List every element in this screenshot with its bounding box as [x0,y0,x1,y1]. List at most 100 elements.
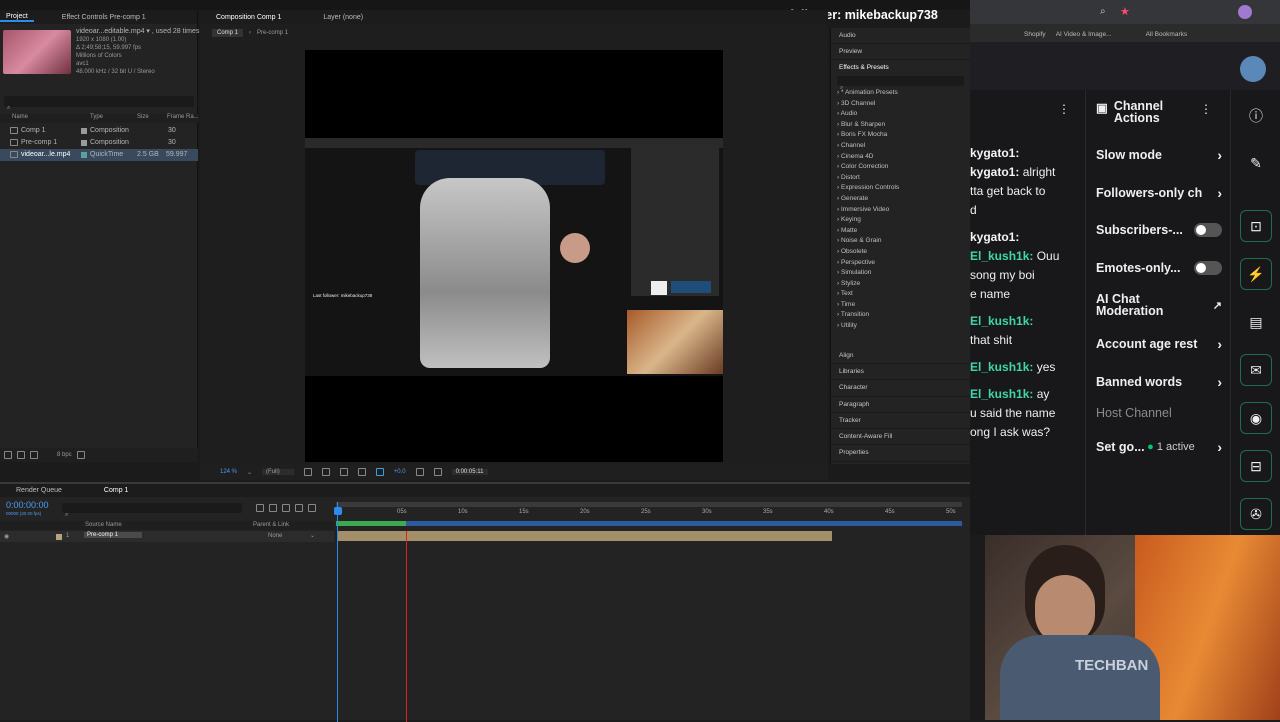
tab-effect-controls[interactable]: Effect Controls Pre-comp 1 [56,14,152,21]
panel-character[interactable]: Character [831,380,970,397]
chat-username[interactable]: El_kush1k: [970,249,1033,263]
search-icon[interactable]: ⌕ [1100,6,1106,17]
layout-icon[interactable]: ⊟ [1240,450,1272,482]
time-ruler[interactable]: 0s05s10s15s20s25s30s35s40s45s50s [336,509,962,519]
panel-properties[interactable]: Properties [831,445,970,462]
chat-username[interactable]: El_kush1k: [970,360,1033,374]
time-marker-handle[interactable] [334,507,342,515]
avatar[interactable] [1240,56,1266,82]
action-slow-mode[interactable]: Slow mode › [1096,147,1222,163]
action-subscribers[interactable]: Subscribers-... [1096,223,1222,237]
effects-category[interactable]: › Expression Controls [831,183,970,194]
timeline-search-input[interactable]: ⌕ [62,503,242,518]
chat-message[interactable]: d [970,201,1085,220]
panel-content-aware-fill[interactable]: Content-Aware Fill [831,429,970,446]
chat-username[interactable]: El_kush1k: [970,387,1033,401]
layer-name[interactable]: Pre-comp 1 [84,532,143,538]
effects-category[interactable]: › Color Correction [831,162,970,173]
trash-icon[interactable] [76,451,85,459]
motion-blur-icon[interactable] [282,504,290,512]
col-source-name[interactable]: Source Name [85,522,122,528]
more-icon[interactable]: ⋮ [1058,102,1070,116]
bolt-icon[interactable]: ⚡ [1240,258,1272,290]
chat-message[interactable]: that shit [970,331,1085,350]
tab-render-queue[interactable]: Render Queue [10,487,68,494]
viewer-timecode[interactable]: 0:00:05:11 [451,469,488,475]
chat-username[interactable]: El_kush1k: [970,314,1033,328]
shy-icon[interactable] [256,504,264,512]
all-bookmarks[interactable]: All Bookmarks [1146,31,1188,38]
effects-category[interactable]: › Audio [831,109,970,120]
chat-username[interactable]: kygato1: [970,165,1019,179]
mask-icon[interactable] [339,468,348,476]
effects-category[interactable]: › Blur & Sharpen [831,120,970,131]
playhead-line[interactable] [406,531,407,722]
bookmark-ai-video[interactable]: AI Video & Image... [1056,31,1112,38]
chevron-down-icon[interactable]: ⌄ [310,532,315,539]
action-set-go[interactable]: Set go... ● 1 active › [1096,439,1222,455]
col-type[interactable]: Type [90,114,103,120]
layer-row[interactable]: ◉ 1 Pre-comp 1 None ⌄ [0,531,334,542]
col-name[interactable]: Name [12,114,28,120]
col-parent-link[interactable]: Parent & Link [253,522,289,528]
bookmark-shopify[interactable]: Shopify [1024,31,1046,38]
chat-message[interactable]: ong I ask was? [970,423,1085,442]
effects-search-input[interactable]: ⌕ [837,76,964,91]
panel-libraries[interactable]: Libraries [831,364,970,381]
draft-3d-icon[interactable] [308,504,316,512]
effects-category[interactable]: › Noise & Grain [831,236,970,247]
list-item[interactable]: videoar...le.mp4 QuickTime 2.5 GB 59.997 [0,149,198,161]
chat-message[interactable]: El_kush1k: ay [970,385,1085,404]
effects-category[interactable]: › Utility [831,321,970,332]
frame-blend-icon[interactable] [269,504,277,512]
action-host-channel[interactable]: Host Channel [1096,406,1222,420]
time-graph[interactable]: 0s05s10s15s20s25s30s35s40s45s50s [334,502,962,722]
effects-category[interactable]: › Obsolete [831,247,970,258]
action-emotes-only[interactable]: Emotes-only... [1096,261,1222,275]
zoom-select[interactable]: 124 % [220,469,237,475]
chat-message[interactable]: El_kush1k: yes [970,358,1085,377]
parent-select[interactable]: None [268,533,282,539]
chat-message[interactable]: kygato1: [970,228,1085,247]
new-folder-icon[interactable] [17,451,25,459]
region-icon[interactable] [303,468,312,476]
clip-icon[interactable]: ⊡ [1240,210,1272,242]
work-area-bar[interactable] [336,502,962,507]
list-item[interactable]: Pre-comp 1 Composition 30 [0,137,198,149]
chat-message[interactable]: kygato1: [970,144,1085,163]
wrench-icon[interactable]: ✇ [1240,498,1272,530]
notes-icon[interactable]: ▤ [1240,306,1272,338]
chat-icon[interactable]: ✉ [1240,354,1272,386]
project-search-input[interactable]: ⌕ [4,96,194,111]
comp-canvas[interactable]: Last follower: mikebackup738 [305,50,723,462]
info-icon[interactable]: ⓘ [1240,100,1272,132]
graph-editor-icon[interactable] [295,504,303,512]
toggle-switch[interactable] [1194,223,1222,237]
chat-username[interactable]: kygato1: [970,230,1019,244]
panel-paragraph[interactable]: Paragraph [831,397,970,413]
guides-icon[interactable] [357,468,366,476]
current-time-indicator[interactable] [337,502,338,722]
link-icon[interactable] [433,468,442,476]
effects-category[interactable]: › Perspective [831,258,970,269]
camera-icon[interactable] [415,468,424,476]
interpret-footage-icon[interactable] [4,451,12,459]
effects-category[interactable]: › 3D Channel [831,99,970,110]
effects-category[interactable]: › * Animation Presets [831,88,970,99]
new-comp-icon[interactable] [30,451,38,459]
tab-composition[interactable]: Composition Comp 1 [210,14,287,21]
chat-username[interactable]: kygato1: [970,146,1019,160]
eye-icon[interactable]: ◉ [4,533,9,540]
tab-layer[interactable]: Layer (none) [317,14,369,21]
breadcrumb-comp[interactable]: Comp 1 [212,29,244,37]
effects-category[interactable]: › Channel [831,141,970,152]
chat-message[interactable]: kygato1: alright [970,163,1085,182]
chat-message[interactable]: tta get back to [970,182,1085,201]
effects-category[interactable]: › Time [831,300,970,311]
action-account-age-rest[interactable]: Account age rest › [1096,336,1222,352]
chevron-down-icon[interactable]: ⌄ [247,469,252,476]
color-icon[interactable] [375,468,384,476]
resolution-select[interactable]: (Full) [262,469,294,475]
profile-avatar[interactable] [1238,5,1252,19]
broadcast-icon[interactable]: ◉ [1240,402,1272,434]
